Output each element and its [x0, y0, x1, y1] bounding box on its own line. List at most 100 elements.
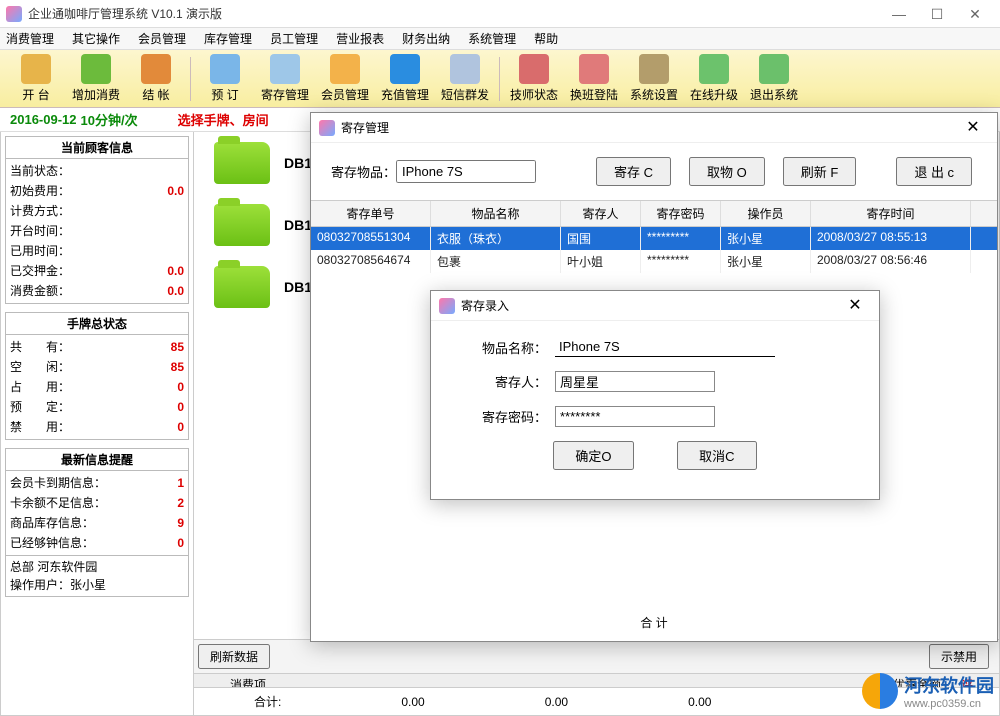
input-close-button[interactable]: ✕ [839, 292, 871, 320]
panel-status-title: 手牌总状态 [6, 313, 188, 335]
panel-alert-title: 最新信息提醒 [6, 449, 188, 471]
toolbar-label: 在线升级 [690, 86, 738, 103]
cancel-button[interactable]: 取消C [677, 441, 756, 470]
watermark-logo-icon [862, 673, 898, 709]
sum-v1: 0.00 [401, 695, 424, 709]
input-icon [439, 298, 455, 314]
f1-label: 物品名称： [461, 338, 547, 357]
menu-item[interactable]: 消费管理 [6, 30, 54, 47]
toolbar-icon [450, 54, 480, 84]
hide-disabled-button[interactable]: 示禁用 [929, 644, 989, 669]
toolbar-button[interactable]: 会员管理 [315, 52, 375, 106]
toolbar-label: 换班登陆 [570, 86, 618, 103]
toolbar-button[interactable]: 退出系统 [744, 52, 804, 106]
menu-item[interactable]: 其它操作 [72, 30, 120, 47]
item-name-input[interactable] [555, 337, 775, 357]
date-text: 2016-09-12 [10, 112, 77, 127]
toolbar-button[interactable]: 在线升级 [684, 52, 744, 106]
exit-button[interactable]: 退 出 c [896, 157, 972, 186]
toolbar-label: 充值管理 [381, 86, 429, 103]
toolbar-button[interactable]: 技师状态 [504, 52, 564, 106]
toolbar-button[interactable]: 结 帐 [126, 52, 186, 106]
sum-v2: 0.00 [545, 695, 568, 709]
toolbar-icon [639, 54, 669, 84]
panel-row: 已交押金：0.0 [10, 261, 184, 281]
storage-footer: 合 计 [311, 614, 997, 631]
minimize-button[interactable]: — [880, 2, 918, 26]
toolbar-label: 系统设置 [630, 86, 678, 103]
grid-header[interactable]: 物品名称 [431, 201, 561, 226]
ok-button[interactable]: 确定O [553, 441, 633, 470]
rate-text: 10分钟/次 [81, 110, 138, 129]
toolbar-button[interactable]: 增加消费 [66, 52, 126, 106]
panel-row: 开台时间： [10, 221, 184, 241]
panel-row: 已经够钟信息：0 [10, 533, 184, 553]
item-input[interactable] [396, 160, 536, 183]
toolbar-button[interactable]: 短信群发 [435, 52, 495, 106]
f2-label: 寄存人： [461, 372, 547, 391]
sum-v3: 0.00 [688, 695, 711, 709]
toolbar-icon [579, 54, 609, 84]
toolbar-button[interactable]: 充值管理 [375, 52, 435, 106]
panel-row: 预 定：0 [10, 397, 184, 417]
sidebar: 当前顾客信息 当前状态：初始费用：0.0计费方式：开台时间：已用时间：已交押金：… [0, 132, 194, 716]
grid-header[interactable]: 操作员 [721, 201, 811, 226]
panel-status: 手牌总状态 共 有：85空 闲：85占 用：0预 定：0禁 用：0 [5, 312, 189, 440]
maximize-button[interactable]: ☐ [918, 2, 956, 26]
toolbar-icon [210, 54, 240, 84]
grid-header[interactable]: 寄存人 [561, 201, 641, 226]
toolbar-icon [759, 54, 789, 84]
menu-item[interactable]: 库存管理 [204, 30, 252, 47]
store-button[interactable]: 寄存 C [596, 157, 671, 186]
menu-item[interactable]: 会员管理 [138, 30, 186, 47]
storage-icon [319, 120, 335, 136]
f3-label: 寄存密码： [461, 407, 547, 426]
app-icon [6, 6, 22, 22]
menu-item[interactable]: 员工管理 [270, 30, 318, 47]
refresh-button[interactable]: 刷新数据 [198, 644, 270, 669]
toolbar-button[interactable]: 系统设置 [624, 52, 684, 106]
grid-header[interactable]: 寄存时间 [811, 201, 971, 226]
toolbar-label: 开 台 [22, 86, 49, 103]
app-title: 企业通咖啡厅管理系统 V10.1 演示版 [28, 5, 222, 22]
menu-item[interactable]: 营业报表 [336, 30, 384, 47]
refresh-grid-button[interactable]: 刷新 F [783, 157, 857, 186]
toolbar-icon [390, 54, 420, 84]
item-label: 寄存物品： [331, 162, 396, 181]
notice-text: 选择手牌、房间 [178, 110, 269, 129]
grid-row[interactable]: 08032708551304衣服（珠衣）国围*********张小星2008/0… [311, 227, 997, 250]
panel-row: 占 用：0 [10, 377, 184, 397]
folder-icon [214, 204, 270, 246]
grid-header[interactable]: 寄存密码 [641, 201, 721, 226]
password-input[interactable] [555, 406, 715, 427]
panel-row: 禁 用：0 [10, 417, 184, 437]
panel-guest-title: 当前顾客信息 [6, 137, 188, 159]
toolbar-button[interactable]: 换班登陆 [564, 52, 624, 106]
menu-item[interactable]: 财务出纳 [402, 30, 450, 47]
panel-guest: 当前顾客信息 当前状态：初始费用：0.0计费方式：开台时间：已用时间：已交押金：… [5, 136, 189, 304]
panel-row: 初始费用：0.0 [10, 181, 184, 201]
toolbar-label: 退出系统 [750, 86, 798, 103]
toolbar-icon [270, 54, 300, 84]
menu-item[interactable]: 帮助 [534, 30, 558, 47]
grid-row[interactable]: 08032708564674包裹叶小姐*********张小星2008/03/2… [311, 250, 997, 273]
toolbar-button[interactable]: 开 台 [6, 52, 66, 106]
storage-close-button[interactable]: ✕ [957, 114, 989, 142]
toolbar-label: 结 帐 [142, 86, 169, 103]
toolbar-label: 寄存管理 [261, 86, 309, 103]
take-button[interactable]: 取物 O [689, 157, 765, 186]
panel-row: 卡余额不足信息：2 [10, 493, 184, 513]
grid-header[interactable]: 寄存单号 [311, 201, 431, 226]
toolbar-button[interactable]: 预 订 [195, 52, 255, 106]
input-dialog: 寄存录入 ✕ 物品名称： 寄存人： 寄存密码： 确定O 取消C [430, 290, 880, 500]
menu-item[interactable]: 系统管理 [468, 30, 516, 47]
person-input[interactable] [555, 371, 715, 392]
toolbar-icon [81, 54, 111, 84]
toolbar-icon [330, 54, 360, 84]
close-button[interactable]: ✕ [956, 2, 994, 26]
panel-row: 当前状态： [10, 161, 184, 181]
sum-label: 合计: [254, 693, 281, 710]
storage-title: 寄存管理 [341, 119, 389, 136]
toolbar-label: 增加消费 [72, 86, 120, 103]
toolbar-button[interactable]: 寄存管理 [255, 52, 315, 106]
